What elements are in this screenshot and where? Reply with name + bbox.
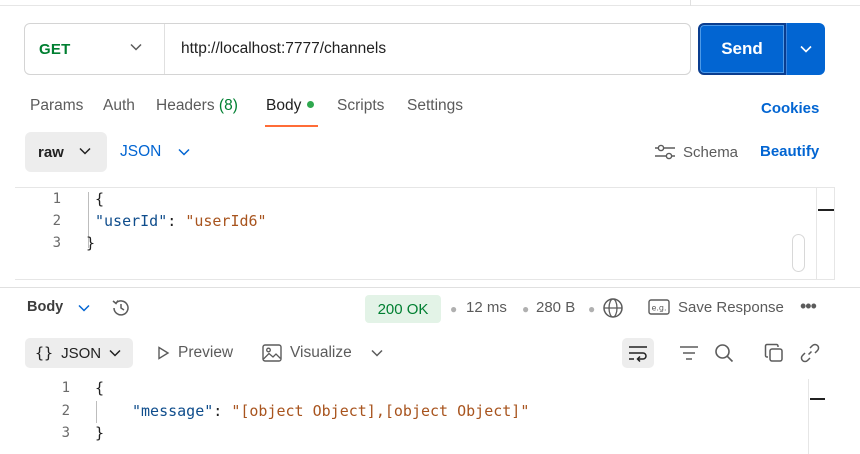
save-response-button[interactable]: e.g. Save Response <box>648 298 784 316</box>
response-size[interactable]: 280 B <box>536 299 575 316</box>
more-options-icon[interactable]: ••• <box>800 296 817 317</box>
preview-label: Preview <box>178 344 234 361</box>
cookies-link[interactable]: Cookies <box>761 100 819 117</box>
schema-label: Schema <box>683 143 739 161</box>
json-value: "[object Object],[object Object]" <box>231 402 530 420</box>
scroll-position-marker <box>818 209 834 211</box>
filter-icon <box>680 346 698 360</box>
headers-count: (8) <box>218 97 238 114</box>
example-icon: e.g. <box>648 299 670 315</box>
search-button[interactable] <box>712 342 736 364</box>
wrap-icon <box>629 346 647 362</box>
json-value: "userId6" <box>185 212 267 230</box>
method-select[interactable]: GET <box>25 24 165 74</box>
json-key: "userId" <box>95 212 168 230</box>
preview-button[interactable]: Preview <box>156 344 233 362</box>
editor-resize-handle[interactable] <box>792 234 805 272</box>
filter-button[interactable] <box>677 342 701 364</box>
code-line: { <box>95 190 105 208</box>
chevron-down-icon <box>109 349 121 357</box>
chevron-down-icon[interactable] <box>371 349 383 357</box>
search-icon <box>715 344 734 363</box>
active-tab-indicator <box>265 125 318 127</box>
tab-scripts[interactable]: Scripts <box>337 97 384 115</box>
request-body-editor[interactable] <box>15 187 835 280</box>
copy-icon <box>764 343 783 362</box>
body-language-select[interactable]: JSON <box>120 143 190 161</box>
braces-icon: {} <box>35 344 54 362</box>
schema-button[interactable]: Schema <box>654 143 738 161</box>
response-scrollbar[interactable] <box>808 379 826 454</box>
response-time[interactable]: 12 ms <box>466 299 507 316</box>
editor-scrollbar[interactable] <box>816 188 835 279</box>
line-number: 2 <box>61 403 70 419</box>
body-modified-dot <box>307 101 315 109</box>
json-colon: : <box>167 212 186 230</box>
body-mode-label: raw <box>38 143 64 161</box>
chevron-down-icon <box>178 148 190 156</box>
send-button[interactable]: Send <box>698 23 786 75</box>
globe-icon[interactable] <box>602 297 624 319</box>
link-button[interactable] <box>798 342 822 364</box>
visualize-label: Visualize <box>290 344 352 361</box>
word-wrap-toggle[interactable] <box>622 338 654 368</box>
scroll-position-marker <box>810 398 825 400</box>
tab-headers-label: Headers <box>156 97 215 114</box>
line-number: 1 <box>61 380 70 396</box>
code-line: } <box>95 424 105 442</box>
line-number: 3 <box>52 235 61 251</box>
sliders-icon <box>655 144 675 160</box>
link-icon <box>800 343 820 363</box>
tab-body-label: Body <box>266 97 302 114</box>
method-label: GET <box>39 40 71 58</box>
copy-button[interactable] <box>762 342 786 364</box>
json-key: "message" <box>132 402 214 420</box>
indent-guide <box>96 401 97 423</box>
chevron-down-icon <box>130 43 142 51</box>
tab-settings[interactable]: Settings <box>407 97 463 115</box>
beautify-button[interactable]: Beautify <box>760 143 819 160</box>
tab-params[interactable]: Params <box>30 97 83 115</box>
visualize-button[interactable]: Visualize <box>262 344 352 362</box>
response-section-label: Body <box>27 299 64 315</box>
status-badge[interactable]: 200 OK <box>365 295 441 323</box>
chevron-down-icon <box>800 45 812 53</box>
body-language-label: JSON <box>120 143 162 160</box>
line-number: 1 <box>52 191 61 207</box>
svg-text:e.g.: e.g. <box>651 304 666 313</box>
image-icon <box>262 344 282 362</box>
chevron-down-icon <box>79 147 91 155</box>
send-options-button[interactable] <box>786 23 825 75</box>
code-line: "message": "[object Object],[object Obje… <box>132 402 529 420</box>
response-format-select[interactable]: {} JSON <box>25 338 133 368</box>
url-bar: GET http://localhost:7777/channels <box>24 23 691 75</box>
code-line: } <box>86 234 96 252</box>
line-number: 3 <box>61 425 70 441</box>
save-response-label: Save Response <box>678 298 784 316</box>
code-line: { <box>95 379 105 397</box>
line-number: 2 <box>52 213 61 229</box>
response-section-select[interactable]: Body <box>27 299 63 315</box>
url-input[interactable]: http://localhost:7777/channels <box>165 40 386 58</box>
separator-dot: ● <box>522 302 530 316</box>
separator-dot: ● <box>450 302 458 316</box>
top-strip <box>0 0 860 6</box>
response-format-label: JSON <box>61 344 102 362</box>
separator-dot: ● <box>588 302 596 316</box>
tab-body[interactable]: Body <box>266 97 315 115</box>
history-icon[interactable] <box>110 297 132 319</box>
code-line: "userId": "userId6" <box>95 212 267 230</box>
json-colon: : <box>213 402 232 420</box>
tab-auth[interactable]: Auth <box>103 97 135 115</box>
pane-divider[interactable] <box>0 287 860 288</box>
body-mode-select[interactable]: raw <box>25 132 107 172</box>
tab-headers[interactable]: Headers (8) <box>156 97 238 115</box>
chevron-down-icon[interactable] <box>78 304 90 312</box>
play-icon <box>158 346 170 360</box>
